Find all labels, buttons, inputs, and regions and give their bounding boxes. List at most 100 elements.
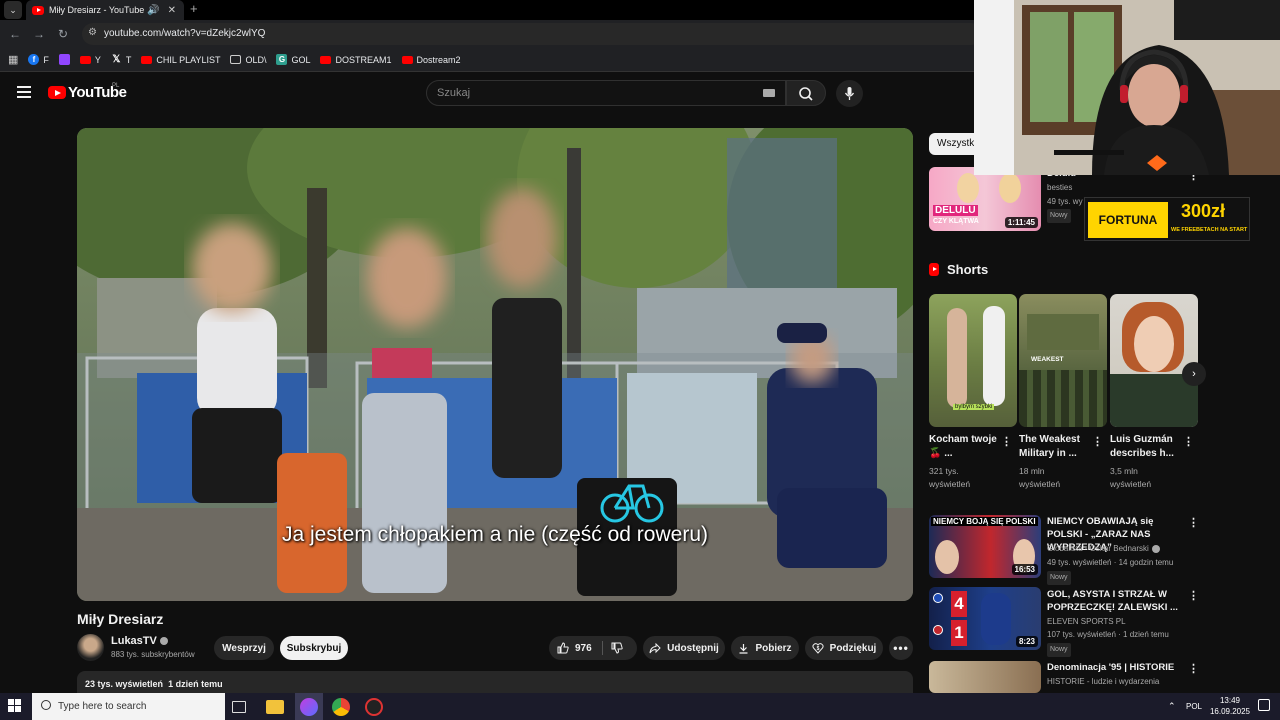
video-menu-icon[interactable]: ⋮ [1188,662,1199,675]
video-channel: Globalista - Oskar Bednarski [1047,544,1149,553]
thumbnail-figure [983,306,1005,406]
support-label: Wesprzyj [222,642,266,654]
video-menu-icon[interactable]: ⋮ [1188,516,1199,529]
channel-avatar[interactable] [77,634,104,661]
short-views: 321 tys. wyświetleń [929,466,971,489]
close-tab-icon[interactable]: ✕ [168,5,176,16]
bookmark-label: T [125,54,132,65]
video-thumbnail[interactable]: 4 1 8:23 [929,587,1041,650]
subscribe-button[interactable]: Subskrybuj [280,636,348,660]
video-thumbnail[interactable]: DELULU CZY KLĄTWA 1:11:45 [929,167,1041,231]
video-thumbnail[interactable] [929,661,1041,693]
share-label: Udostępnij [667,642,719,654]
menu-hamburger-icon[interactable] [17,86,31,98]
bookmark-label: GOL [291,54,311,65]
thumbnail-vehicle [1027,314,1099,350]
taskbar-search-input[interactable]: Type here to search [32,693,225,720]
site-info-icon[interactable]: ⚙ [88,27,97,38]
video-channel[interactable]: besties [1047,182,1072,194]
short-thumbnail[interactable]: WEAKEST [1019,294,1107,427]
like-button[interactable]: 976 [557,642,592,654]
bookmark-youtube[interactable]: Y [79,55,101,65]
chrome-icon[interactable] [332,698,350,716]
url-text[interactable]: youtube.com/watch?v=dZekjc2wlYQ [104,28,265,39]
shorts-next-arrow-icon[interactable]: › [1182,362,1206,386]
bookmark-x[interactable]: 𝕏T [111,54,132,65]
fortuna-ad-banner[interactable]: FORTUNA 300zł WE FREEBETACH NA START [1084,197,1250,241]
video-channel-row[interactable]: Globalista - Oskar Bednarski [1047,543,1160,555]
bookmark-gol[interactable]: G GOL [276,54,310,65]
back-arrow-icon[interactable]: ← [6,25,24,43]
voice-search-button[interactable] [836,80,863,107]
short-menu-icon[interactable]: ⋮ [1183,435,1194,448]
thumbnail-text: CZY KLĄTWA [933,218,979,225]
search-button[interactable] [786,80,826,106]
video-thumbnail[interactable]: NIEMCY BOJĄ SIĘ POLSKI 16:53 [929,515,1041,578]
bookmark-folder-old[interactable]: OLD\ [230,55,266,65]
tray-chevron-icon[interactable]: ⌃ [1168,701,1176,712]
tab-search-button[interactable]: ⌄ [4,1,22,19]
bookmark-dostream2[interactable]: Dostream2 [401,55,461,65]
video-duration: 16:53 [1011,564,1038,575]
thanks-button[interactable]: $ Podziękuj [805,636,883,660]
thumbs-up-icon [557,642,569,654]
bookmark-dostream1[interactable]: DOSTREAM1 [320,55,392,65]
like-dislike-group: 976 [549,636,637,660]
thumbs-down-icon[interactable] [611,642,623,654]
share-button[interactable]: Udostępnij [643,636,725,660]
short-title[interactable]: Luis Guzmán describes h... [1110,433,1184,461]
thumbnail-face [935,540,959,574]
apps-grid-icon[interactable]: ▦ [8,53,18,66]
video-channel[interactable]: ELEVEN SPORTS PL [1047,616,1126,628]
language-indicator[interactable]: POL [1186,702,1202,711]
video-channel[interactable]: HISTORIE - ludzie i wydarzenia [1047,676,1159,688]
short-thumbnail[interactable]: bylbym szybki [929,294,1017,427]
reload-icon[interactable]: ↻ [54,25,72,43]
browser-tab-active[interactable]: Miły Dresiarz - YouTube 🔊 ✕ [26,0,184,20]
speaker-icon[interactable]: 🔊 [147,5,159,16]
short-views: 3,5 mln wyświetleń [1110,466,1152,489]
more-actions-button[interactable]: ••• [889,636,913,660]
short-views: 18 mln wyświetleń [1019,466,1061,489]
channel-name-link[interactable]: LukasTV [111,635,168,647]
short-title[interactable]: Kocham twoje 🍒 ... [929,433,1003,461]
bookmark-chil-playlist[interactable]: CHIL PLAYLIST [141,55,220,65]
taskbar-app-active[interactable] [295,693,323,720]
clock-date[interactable]: 16.09.2025 [1206,707,1254,716]
forward-arrow-icon[interactable]: → [30,25,48,43]
short-menu-icon[interactable]: ⋮ [1092,435,1103,448]
short-title[interactable]: The Weakest Military in ... [1019,433,1093,461]
windows-taskbar: Type here to search ⌃ POL 13:49 16.09.20… [0,693,1280,720]
new-badge: Nowy [1047,571,1071,585]
like-count: 976 [575,642,592,654]
thumbnail-player [981,593,1011,645]
obs-icon[interactable] [365,698,383,716]
file-explorer-icon[interactable] [266,700,284,714]
video-menu-icon[interactable]: ⋮ [1188,589,1199,602]
youtube-icon [320,55,332,64]
new-tab-button[interactable]: + [190,0,198,18]
video-player[interactable]: Ja jestem chłopakiem a nie (część od row… [77,128,913,601]
notification-icon[interactable] [1258,699,1270,711]
bookmark-twitch[interactable] [58,54,70,65]
keyboard-icon[interactable] [763,89,775,97]
windows-start-icon[interactable] [8,699,22,713]
short-thumbnail[interactable] [1110,294,1198,427]
twitch-icon [58,54,70,65]
youtube-play-icon [48,86,66,99]
share-icon [649,642,661,653]
shorts-logo-icon [929,263,939,276]
search-input[interactable]: Szukaj [426,80,786,106]
video-meta: 49 tys. wy [1047,197,1083,206]
video-title[interactable]: GOL, ASYSTA I STRZAŁ W POPRZECZKĘ! ZALEW… [1047,588,1183,614]
country-code: PL [112,83,120,89]
task-view-icon[interactable] [232,701,246,713]
clock-time[interactable]: 13:49 [1208,696,1252,705]
address-bar[interactable]: ⚙ youtube.com/watch?v=dZekjc2wlYQ [82,23,982,45]
support-button[interactable]: Wesprzyj [214,636,274,660]
download-button[interactable]: Pobierz [731,636,799,660]
short-menu-icon[interactable]: ⋮ [1001,435,1012,448]
video-title[interactable]: Denominacja '95 | HISTORIE [1047,661,1183,674]
ad-brand: FORTUNA [1088,202,1168,238]
bookmark-facebook[interactable]: fF [28,54,49,65]
